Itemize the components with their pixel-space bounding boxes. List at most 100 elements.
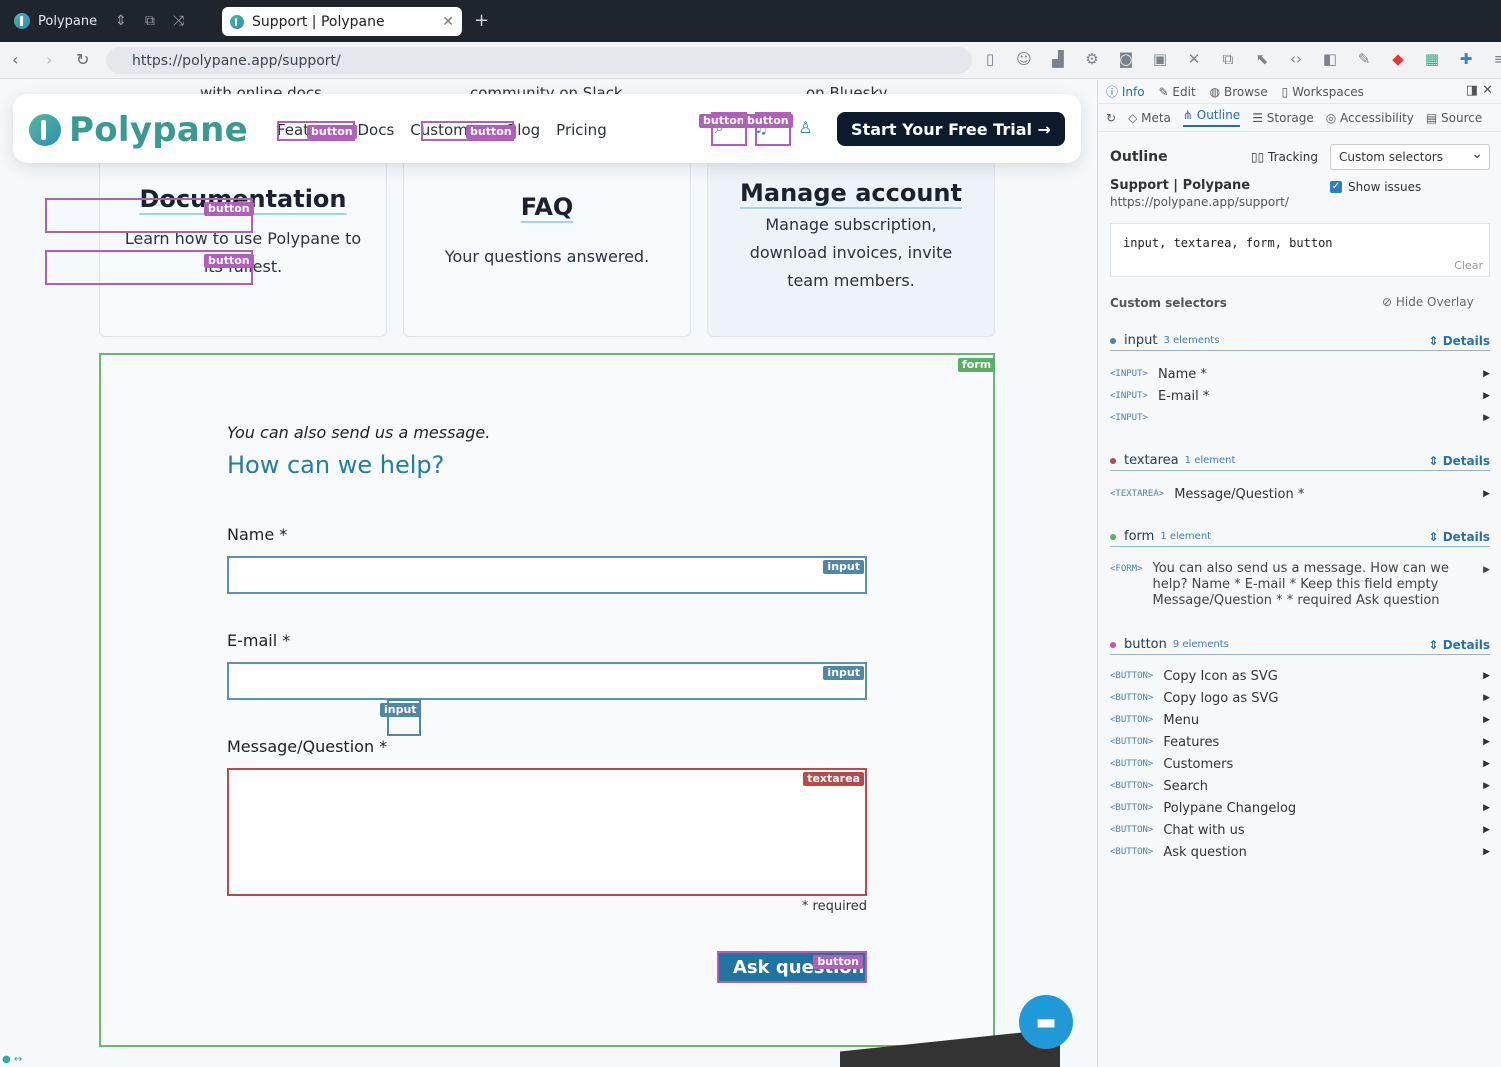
polypane-logo-icon — [29, 114, 61, 146]
card-manage-account[interactable]: Manage account Manage subscription, down… — [707, 160, 995, 337]
expand-icon: ▶ — [1483, 781, 1490, 791]
list-item[interactable]: <BUTTON> Copy logo as SVG ▶ — [1110, 687, 1490, 709]
input-tag: input — [380, 703, 421, 717]
details-button[interactable]: ⇕ Details — [1428, 638, 1490, 652]
panel-subtabs: ↻ ◇ Meta ⋔ Outline ☰ Storage ◎ Accessibi… — [1098, 104, 1501, 132]
ask-question-button[interactable]: Ask question button — [717, 951, 867, 983]
message-textarea[interactable]: textarea — [227, 768, 867, 896]
code-icon[interactable]: ‹› — [1286, 50, 1306, 68]
clear-button[interactable]: Clear — [1454, 259, 1483, 272]
group-header: form 1 element ⇕ Details — [1110, 527, 1490, 547]
layout-icon[interactable]: ▯ — [980, 50, 1000, 68]
hide-overlay-button[interactable]: ⊘ Hide Overlay — [1382, 295, 1474, 309]
expand-icon: ▶ — [1483, 715, 1490, 725]
list-item[interactable]: <FORM> You can also send us a message. H… — [1110, 561, 1490, 609]
sidebar-icon[interactable]: ◧ — [1320, 50, 1340, 68]
card-text: Your questions answered. — [444, 247, 650, 266]
list-item[interactable]: <BUTTON> Chat with us ▶ — [1110, 819, 1490, 841]
expand-icon: ▶ — [1483, 671, 1490, 681]
close-panel-icon[interactable]: ◨ ✕ — [1466, 83, 1493, 98]
polypane-logo-icon — [14, 13, 30, 29]
nav-pricing[interactable]: Pricing — [556, 121, 607, 139]
card-title[interactable]: FAQ — [404, 193, 690, 221]
list-item[interactable]: <BUTTON> Customers ▶ — [1110, 753, 1490, 775]
button-tag: button — [813, 955, 863, 969]
name-input[interactable]: input — [227, 556, 867, 594]
tab-meta[interactable]: ◇ Meta — [1128, 111, 1171, 125]
selector-query-input[interactable]: input, textarea, form, button Clear — [1110, 223, 1490, 277]
brand-name: Polypane — [69, 110, 249, 150]
image-icon[interactable]: ▣ — [1150, 50, 1170, 68]
panel-tabs: ⓘ Info ✎ Edit ◍ Browse ▯ Workspaces — [1098, 80, 1501, 104]
list-item[interactable]: <INPUT> E-mail * ▶ — [1110, 385, 1490, 407]
tab-outline[interactable]: ⋔ Outline — [1182, 108, 1241, 127]
list-item[interactable]: <BUTTON> Ask question ▶ — [1110, 841, 1490, 863]
refresh-icon[interactable]: ↻ — [1106, 111, 1116, 125]
list-item[interactable]: <INPUT> ▶ — [1110, 407, 1490, 429]
tab-accessibility[interactable]: ◎ Accessibility — [1326, 111, 1414, 125]
email-label: E-mail * — [227, 631, 291, 650]
list-item[interactable]: <BUTTON> Menu ▶ — [1110, 709, 1490, 731]
sliders-icon[interactable]: ≡ — [1490, 50, 1501, 68]
camera-icon[interactable]: ◙ — [1116, 50, 1136, 68]
nav-docs[interactable]: Docs — [358, 121, 395, 139]
settings-icon[interactable]: ⚙ — [1082, 50, 1102, 68]
user-icon[interactable]: ☺ — [1014, 50, 1034, 68]
new-tab-button[interactable]: + — [474, 10, 489, 31]
expand-icon: ▶ — [1483, 693, 1490, 703]
tab-storage[interactable]: ☰ Storage — [1252, 111, 1314, 125]
email-input[interactable]: input — [227, 662, 867, 700]
card-faq[interactable]: FAQ Your questions answered. — [403, 160, 691, 337]
list-item[interactable]: <INPUT> Name * ▶ — [1110, 363, 1490, 385]
browser-tab[interactable]: Support | Polypane ✕ — [222, 7, 462, 36]
chart-icon[interactable]: ▟ — [1048, 50, 1068, 68]
list-item[interactable]: <BUTTON> Polypane Changelog ▶ — [1110, 797, 1490, 819]
tools-icon[interactable]: ✕ — [1184, 50, 1204, 68]
close-icon[interactable]: ✕ — [442, 14, 454, 30]
shuffle-icon[interactable]: ⤨ — [173, 13, 184, 29]
show-issues-checkbox[interactable]: ✓ Show issues — [1330, 180, 1421, 194]
reload-icon[interactable]: ↻ — [76, 50, 89, 69]
group-input: input 3 elements ⇕ Details <INPUT> Name *… — [1110, 331, 1490, 429]
list-item[interactable]: <BUTTON> Copy Icon as SVG ▶ — [1110, 665, 1490, 687]
page-title: Support | Polypane — [1110, 178, 1251, 193]
copy-icon[interactable]: ⧉ — [1218, 50, 1238, 68]
color-icon[interactable]: ◆ — [1388, 50, 1408, 68]
pen-icon[interactable]: ✎ — [1354, 50, 1374, 68]
tab-browse[interactable]: ◍ Browse — [1210, 85, 1268, 99]
free-trial-button[interactable]: Start Your Free Trial → — [837, 112, 1065, 146]
details-button[interactable]: ⇕ Details — [1428, 454, 1490, 468]
site-logo[interactable]: Polypane — [29, 110, 248, 150]
app-switcher[interactable]: Polypane ⇕ ⧉ ⤨ — [0, 0, 196, 42]
tracking-toggle[interactable]: ▯▯ Tracking — [1251, 150, 1318, 164]
toolbar: ▯ ☺ ▟ ⚙ ◙ ▣ ✕ ⧉ ⬉ ‹› ◧ ✎ ◆ ▦ ✚ ≡ — [980, 50, 1501, 68]
form-intro: You can also send us a message. — [227, 423, 491, 442]
list-item[interactable]: <BUTTON> Features ▶ — [1110, 731, 1490, 753]
tab-info[interactable]: ⓘ Info — [1106, 83, 1145, 100]
microsoft-icon[interactable]: ▦ — [1422, 50, 1442, 68]
user-icon[interactable]: ♙ — [798, 118, 812, 138]
puzzle-icon[interactable]: ✚ — [1456, 50, 1476, 68]
back-icon[interactable]: ‹ — [12, 50, 18, 69]
selector-mode-select[interactable]: Custom selectors — [1330, 144, 1490, 170]
resize-icon[interactable]: ● ↔ — [2, 1054, 22, 1065]
chevron-updown-icon[interactable]: ⇕ — [115, 13, 127, 29]
tab-edit[interactable]: ✎ Edit — [1159, 85, 1196, 99]
tab-source[interactable]: ▤ Source — [1426, 111, 1482, 125]
list-item[interactable]: <TEXTAREA> Message/Question * ▶ — [1110, 483, 1490, 505]
url-input[interactable]: https://polypane.app/support/ — [106, 47, 972, 74]
card-documentation[interactable]: Documentation Learn how to use Polypane … — [99, 160, 387, 337]
sync-icon[interactable]: ⧉ — [145, 13, 155, 29]
card-title[interactable]: Manage account — [708, 179, 994, 207]
list-item[interactable]: <BUTTON> Search ▶ — [1110, 775, 1490, 797]
pointer-icon[interactable]: ⬉ — [1252, 50, 1272, 68]
details-button[interactable]: ⇕ Details — [1428, 334, 1490, 348]
details-button[interactable]: ⇕ Details — [1428, 530, 1490, 544]
support-form: form You can also send us a message. How… — [99, 353, 996, 1047]
tab-workspaces[interactable]: ▯ Workspaces — [1282, 85, 1364, 99]
group-form: form 1 element ⇕ Details <FORM> You can … — [1110, 527, 1490, 609]
forward-icon[interactable]: › — [46, 50, 52, 69]
expand-icon: ▶ — [1483, 489, 1490, 499]
chat-button[interactable]: ▬ — [1019, 995, 1073, 1049]
group-header: input 3 elements ⇕ Details — [1110, 331, 1490, 351]
